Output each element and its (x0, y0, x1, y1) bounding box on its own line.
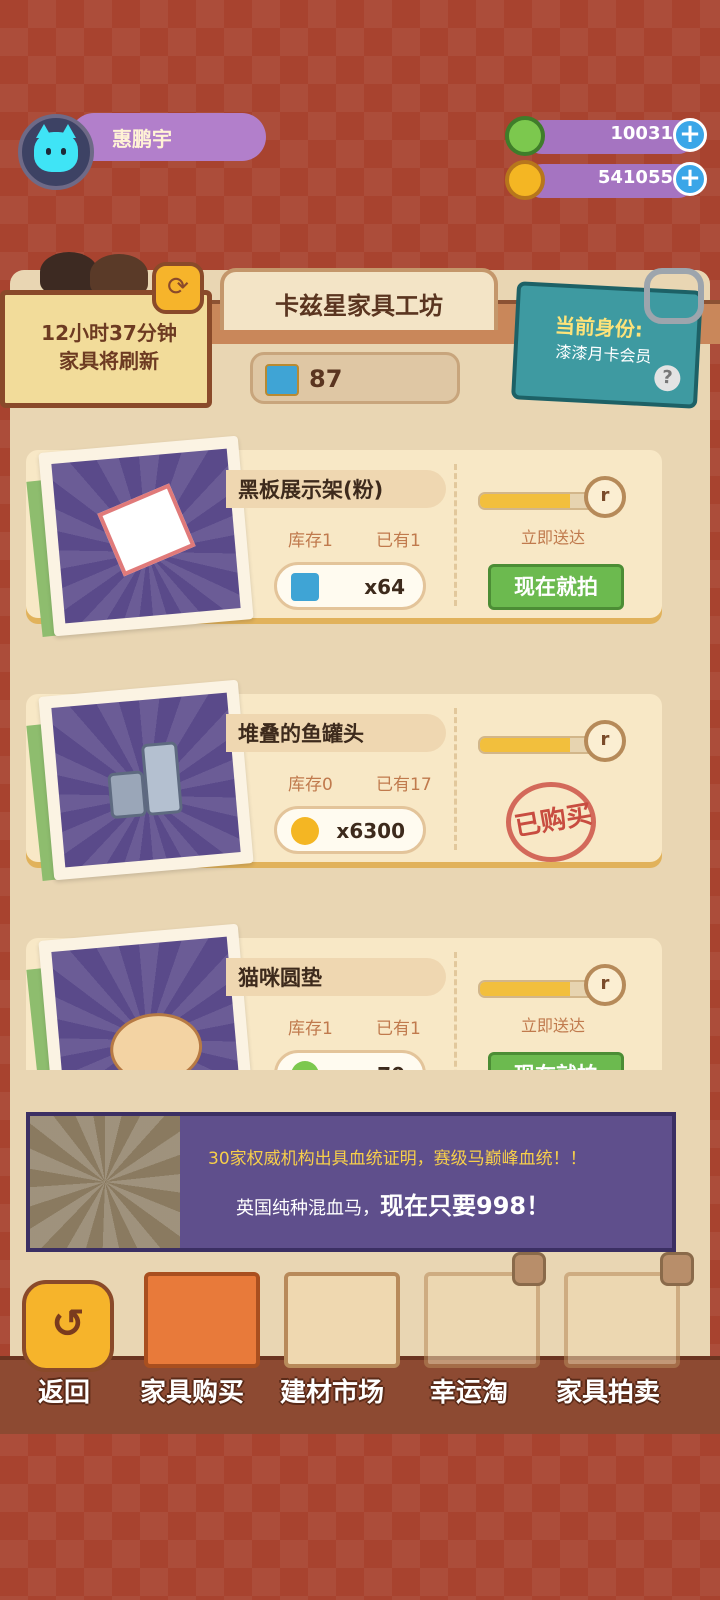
promo-line-2: 英国纯种混血马，现在只要998！ (236, 1192, 551, 1220)
back-button[interactable]: ↺ (22, 1280, 114, 1372)
list-item: 黑板展示架(粉) 库存1 已有1 x64 r 立即送达 现在就拍 (26, 430, 662, 637)
lock-icon (660, 1252, 694, 1286)
promo-banner[interactable]: 30家权威机构出具血统证明，赛级马巅峰血统！！ 英国纯种混血马，现在只要998！ (26, 1112, 676, 1252)
item-stock: 库存0 (288, 775, 333, 795)
ticket-icon (291, 573, 319, 601)
cat-face-icon (34, 124, 78, 172)
green-coin-icon (505, 116, 545, 156)
ticket-count: 87 (309, 365, 343, 393)
player-name: 惠鹏宇 (112, 127, 172, 151)
item-price: x70 (274, 1050, 426, 1070)
item-image (38, 435, 254, 637)
deliver-label: 立即送达 (521, 1016, 586, 1035)
hammer-icon: r (584, 964, 626, 1006)
add-green-currency-button[interactable]: + (673, 118, 707, 152)
player-name-pill: 惠鹏宇 (70, 113, 266, 161)
list-item: 堆叠的鱼罐头 库存0 已有17 x6300 r 已购买 (26, 674, 662, 881)
refresh-button[interactable]: ⟳ (152, 262, 204, 314)
item-name: 堆叠的鱼罐头 (238, 722, 364, 746)
back-label[interactable]: 返回 (38, 1372, 90, 1409)
item-name: 黑板展示架(粉) (238, 478, 384, 502)
fish-can-icon (107, 770, 148, 820)
refresh-label: 家具将刷新 (59, 349, 159, 373)
gold-currency-value: 541055 (597, 167, 673, 188)
item-owned: 已有1 (376, 1019, 421, 1039)
paper-clip-icon (644, 268, 704, 324)
lock-icon (512, 1252, 546, 1286)
tab-lucky-draw[interactable] (424, 1272, 540, 1368)
identity-value: 漆漆月卡会员 (555, 342, 652, 367)
tab-label-lucky-draw[interactable]: 幸运淘 (430, 1372, 508, 1409)
item-image (38, 923, 254, 1070)
tab-label-furniture-auction[interactable]: 家具拍卖 (556, 1372, 660, 1409)
green-currency: 10031 + (505, 116, 713, 156)
ticket-icon (265, 364, 299, 396)
green-coin-icon (291, 1061, 319, 1070)
bid-now-button[interactable]: 现在就拍 (488, 1052, 624, 1070)
tab-furniture-buy[interactable] (144, 1272, 260, 1368)
player-profile[interactable]: 惠鹏宇 (10, 108, 266, 190)
list-item: 猫咪圆垫 库存1 已有1 x70 r 立即送达 现在就拍 (26, 918, 662, 1070)
item-image (38, 679, 254, 881)
tab-label-materials-market[interactable]: 建材市场 (280, 1372, 384, 1409)
cat-cushion-icon (107, 1009, 206, 1070)
help-icon[interactable]: ? (653, 364, 682, 392)
tab-label-furniture-buy[interactable]: 家具购买 (140, 1372, 244, 1409)
workshop-title: 卡兹星家具工坊 (275, 292, 443, 320)
ticket-counter: 87 (250, 352, 460, 404)
add-gold-currency-button[interactable]: + (673, 162, 707, 196)
item-owned: 已有17 (376, 775, 432, 795)
hammer-icon: r (584, 476, 626, 518)
avatar[interactable] (18, 114, 94, 190)
green-currency-value: 10031 (610, 123, 673, 144)
item-stock: 库存1 (288, 1019, 333, 1039)
item-owned: 已有1 (376, 531, 421, 551)
gold-currency: 541055 + (505, 160, 713, 200)
item-price: x6300 (274, 806, 426, 854)
bid-now-button[interactable]: 现在就拍 (488, 564, 624, 610)
tab-furniture-auction[interactable] (564, 1272, 680, 1368)
gold-coin-icon (505, 160, 545, 200)
promo-line-1: 30家权威机构出具血统证明，赛级马巅峰血统！！ (208, 1149, 587, 1169)
sleeping-cats-icon (40, 248, 150, 294)
blackboard-stand-icon (97, 483, 196, 577)
item-name: 猫咪圆垫 (238, 966, 322, 990)
refresh-countdown: 12小时37分钟 (41, 321, 177, 345)
workshop-title-tab: 卡兹星家具工坊 (220, 268, 498, 330)
hammer-icon: r (584, 720, 626, 762)
deliver-label: 立即送达 (521, 528, 586, 547)
identity-title: 当前身份: (554, 313, 644, 342)
gold-coin-icon (291, 817, 319, 845)
item-price: x64 (274, 562, 426, 610)
item-stock: 库存1 (288, 531, 333, 551)
item-list[interactable]: 黑板展示架(粉) 库存1 已有1 x64 r 立即送达 现在就拍 堆叠的鱼罐头 … (0, 430, 720, 1070)
tab-materials-market[interactable] (284, 1272, 400, 1368)
horse-icon (30, 1116, 180, 1248)
